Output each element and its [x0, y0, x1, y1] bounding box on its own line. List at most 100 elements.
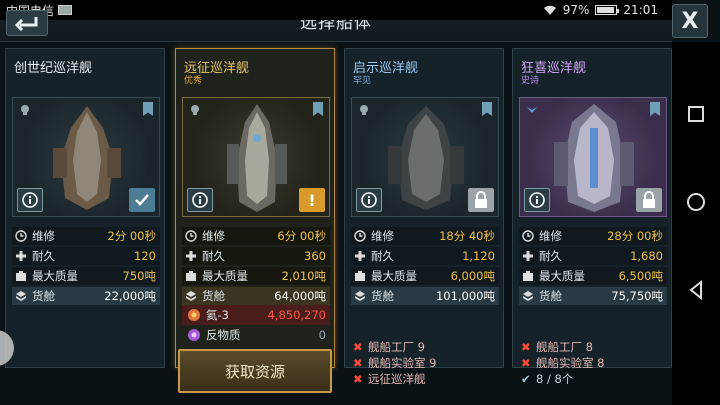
- stat-max-mass: 最大质量 2,010吨: [182, 267, 330, 285]
- stats-list: 维修 6分 00秒 耐久 360 最大质量 2,010吨 货舱 64,000吨: [182, 227, 330, 307]
- rarity-label: 优秀: [184, 76, 203, 86]
- stat-value: 64,000吨: [274, 289, 326, 303]
- alert-button[interactable]: !: [299, 188, 325, 212]
- close-button[interactable]: X: [672, 4, 708, 38]
- requirement-item: ✖ 远征巡洋舰: [353, 372, 426, 386]
- stat-maintenance: 维修 18分 40秒: [351, 227, 499, 245]
- stat-value: 6,000吨: [450, 269, 495, 283]
- cross-icon: ✖: [521, 356, 531, 370]
- locked-button[interactable]: [468, 188, 494, 212]
- info-button[interactable]: [187, 188, 213, 212]
- stat-cargo: 货舱 101,000吨: [351, 287, 499, 305]
- stat-value: 28分 00秒: [607, 229, 663, 243]
- rarity-label: 史诗: [521, 76, 540, 86]
- weight-icon: [184, 269, 198, 283]
- cross-icon: ✖: [353, 356, 363, 370]
- stat-value: 2,010吨: [281, 269, 326, 283]
- clock-icon: [14, 229, 28, 243]
- antimatter-icon: [188, 329, 200, 341]
- selected-check-button[interactable]: [129, 188, 155, 212]
- stat-value: 6,500吨: [618, 269, 663, 283]
- info-button[interactable]: [524, 188, 550, 212]
- faction-skull-icon: [191, 105, 199, 115]
- stat-value: 6分 00秒: [277, 229, 326, 243]
- stat-maintenance: 维修 6分 00秒: [182, 227, 330, 245]
- stat-value: 75,750吨: [611, 289, 663, 303]
- status-bar: 中国电信 97% 21:01: [0, 0, 672, 20]
- stat-value: 750吨: [122, 269, 156, 283]
- ship-preview: !: [182, 97, 330, 217]
- recent-apps-icon[interactable]: [684, 102, 708, 126]
- requirement-item: ✖ 舰船实验室 8: [521, 356, 605, 370]
- info-icon: [22, 192, 38, 208]
- stat-value: 18分 40秒: [439, 229, 495, 243]
- helium-icon: [188, 309, 200, 321]
- cargo-icon: [184, 289, 198, 303]
- stat-durability: 耐久 120: [12, 247, 160, 265]
- cargo-icon: [521, 289, 535, 303]
- lock-icon: [475, 191, 487, 208]
- stat-value: 101,000吨: [435, 289, 495, 303]
- info-icon: [529, 192, 545, 208]
- info-button[interactable]: [17, 188, 43, 212]
- rarity-label: 罕见: [353, 76, 372, 86]
- stat-maintenance: 维修 2分 00秒: [12, 227, 160, 245]
- plus-icon: [184, 249, 198, 263]
- wifi-icon: [543, 5, 556, 15]
- cross-icon: ✖: [521, 340, 531, 354]
- resource-cost-list: 氦-3 4,850,270 反物质 0: [182, 305, 330, 345]
- plus-icon: [521, 249, 535, 263]
- stat-max-mass: 最大质量 6,000吨: [351, 267, 499, 285]
- back-button[interactable]: [6, 10, 48, 36]
- ship-card-expedition[interactable]: 远征巡洋舰 优秀 ! 维修 6分 00秒 耐久 360 最大质量 2,010吨 …: [175, 48, 335, 393]
- faction-skull-icon: [21, 105, 29, 115]
- battery-percent: 97%: [562, 3, 590, 17]
- info-icon: [361, 192, 377, 208]
- stat-max-mass: 最大质量 6,500吨: [519, 267, 667, 285]
- stat-durability: 耐久 1,680: [519, 247, 667, 265]
- acquire-resources-button[interactable]: 获取资源: [178, 349, 332, 393]
- ship-card-rapture[interactable]: 狂喜巡洋舰 史诗 维修 28分 00秒 耐久 1,680 最大质量 6,500吨…: [512, 48, 672, 386]
- requirements-list: ✖ 舰船工厂 8 ✖ 舰船实验室 8 ✔ 8 / 8个: [521, 339, 669, 387]
- locked-button[interactable]: [636, 188, 662, 212]
- stat-maintenance: 维修 28分 00秒: [519, 227, 667, 245]
- faction-skull-icon: [360, 105, 368, 115]
- lock-icon: [643, 191, 655, 208]
- home-icon[interactable]: [684, 190, 708, 214]
- nav-back-icon[interactable]: [684, 278, 708, 302]
- cargo-icon: [14, 289, 28, 303]
- cargo-icon: [353, 289, 367, 303]
- alert-icon: !: [308, 190, 316, 210]
- clock-icon: [184, 229, 198, 243]
- ship-name: 创世纪巡洋舰: [14, 61, 93, 76]
- stats-list: 维修 28分 00秒 耐久 1,680 最大质量 6,500吨 货舱 75,75…: [519, 227, 667, 307]
- clock-icon: [521, 229, 535, 243]
- info-button[interactable]: [356, 188, 382, 212]
- check-icon: [135, 194, 149, 206]
- stats-list: 维修 2分 00秒 耐久 120 最大质量 750吨 货舱 22,000吨: [12, 227, 160, 307]
- android-nav-bar: [672, 42, 720, 405]
- resource-antimatter: 反物质 0: [182, 325, 330, 345]
- requirements-list: ✖ 舰船工厂 9 ✖ 舰船实验室 9 ✖ 远征巡洋舰: [353, 339, 501, 387]
- clock-icon: [353, 229, 367, 243]
- stat-cargo: 货舱 64,000吨: [182, 287, 330, 305]
- cross-icon: ✖: [353, 372, 363, 386]
- info-icon: [192, 192, 208, 208]
- weight-icon: [521, 269, 535, 283]
- requirement-item: ✖ 舰船工厂 9: [353, 340, 425, 354]
- plus-icon: [14, 249, 28, 263]
- requirement-item: ✖ 舰船实验室 9: [353, 356, 437, 370]
- requirement-item: ✖ 舰船工厂 8: [521, 340, 593, 354]
- stat-value: 360: [304, 249, 326, 263]
- ship-card-genesis[interactable]: 创世纪巡洋舰 维修 2分 00秒 耐久 120 最大质量 750吨 货舱 22,…: [5, 48, 165, 368]
- stat-value: 120: [134, 249, 156, 263]
- stats-list: 维修 18分 40秒 耐久 1,120 最大质量 6,000吨 货舱 101,0…: [351, 227, 499, 307]
- faction-wings-icon: [527, 107, 537, 113]
- stat-cargo: 货舱 22,000吨: [12, 287, 160, 305]
- ship-card-revelation[interactable]: 启示巡洋舰 罕见 维修 18分 40秒 耐久 1,120 最大质量 6,000吨…: [344, 48, 504, 386]
- resource-helium3: 氦-3 4,850,270: [182, 305, 330, 325]
- stat-value: 22,000吨: [104, 289, 156, 303]
- check-icon: ✔: [521, 372, 531, 386]
- requirement-item: ✔ 8 / 8个: [521, 372, 574, 386]
- stat-value: 1,120: [462, 249, 495, 263]
